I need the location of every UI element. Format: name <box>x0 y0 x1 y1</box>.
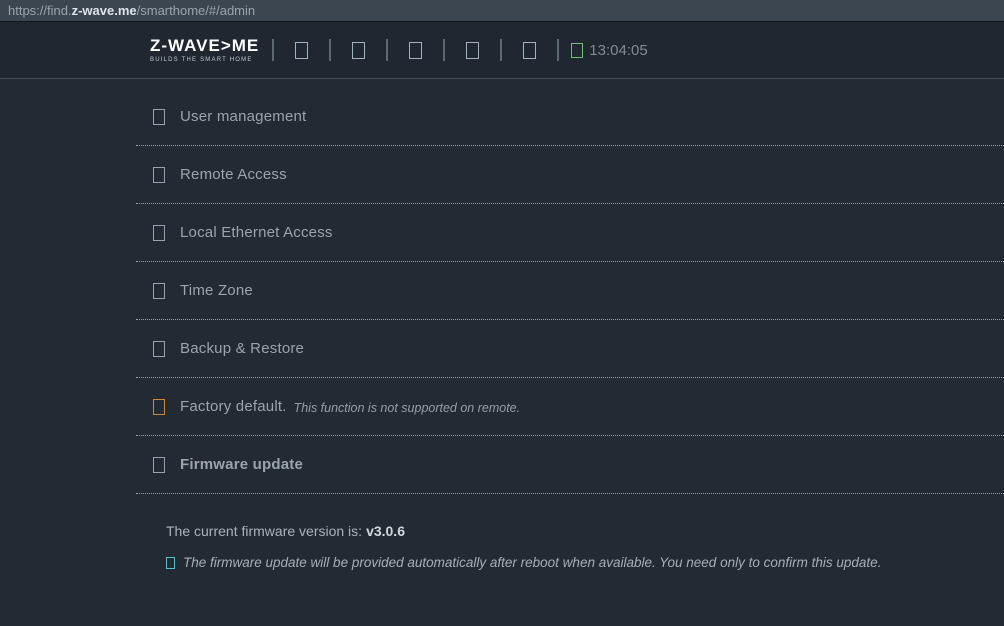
menu-item-firmware-update[interactable]: Firmware update <box>136 436 1004 494</box>
logo-title: Z-WAVE>ME <box>150 37 259 54</box>
menu-item-label: Backup & Restore <box>180 340 304 357</box>
info-icon <box>166 557 175 569</box>
menu-item-icon <box>153 167 165 183</box>
clock-time: 13:04:05 <box>589 42 647 59</box>
firmware-note-text: The firmware update will be provided aut… <box>183 555 881 570</box>
nav-icon-2[interactable] <box>352 42 365 59</box>
menu-item-icon <box>153 399 165 415</box>
menu-item-label: Firmware update <box>180 456 303 473</box>
clock-icon <box>571 43 583 58</box>
url-path: /smarthome/#/admin <box>137 3 256 18</box>
clock: 13:04:05 <box>571 42 647 59</box>
menu-item-icon <box>153 109 165 125</box>
nav-divider <box>557 39 559 61</box>
zwave-logo[interactable]: Z-WAVE>ME BUILDS THE SMART HOME <box>150 37 259 63</box>
menu-item-remote-access[interactable]: Remote Access <box>136 146 1004 204</box>
menu-item-label: User management <box>180 108 306 125</box>
header-nav <box>272 39 559 61</box>
app-header: Z-WAVE>ME BUILDS THE SMART HOME 13:04:05 <box>0 22 1004 79</box>
firmware-version-label: The current firmware version is: <box>166 523 362 539</box>
browser-url-bar[interactable]: https://find.z-wave.me/smarthome/#/admin <box>0 0 1004 22</box>
url-prefix: https://find. <box>8 3 72 18</box>
logo-tagline: BUILDS THE SMART HOME <box>150 57 259 63</box>
menu-item-icon <box>153 457 165 473</box>
firmware-version-line: The current firmware version is:v3.0.6 <box>166 523 1004 539</box>
nav-divider <box>272 39 274 61</box>
menu-item-icon <box>153 283 165 299</box>
nav-icon-1[interactable] <box>295 42 308 59</box>
firmware-note: The firmware update will be provided aut… <box>166 555 1004 570</box>
menu-item-factory-default[interactable]: Factory default. This function is not su… <box>136 378 1004 436</box>
nav-divider <box>329 39 331 61</box>
nav-icon-3[interactable] <box>409 42 422 59</box>
nav-divider <box>443 39 445 61</box>
admin-menu: User management Remote Access Local Ethe… <box>0 79 1004 494</box>
menu-item-local-ethernet-access[interactable]: Local Ethernet Access <box>136 204 1004 262</box>
url-domain: z-wave.me <box>72 3 137 18</box>
menu-item-icon <box>153 341 165 357</box>
menu-item-note: This function is not supported on remote… <box>294 399 521 415</box>
nav-icon-5[interactable] <box>523 42 536 59</box>
menu-item-icon <box>153 225 165 241</box>
nav-divider <box>386 39 388 61</box>
menu-item-label: Remote Access <box>180 166 287 183</box>
menu-item-backup-restore[interactable]: Backup & Restore <box>136 320 1004 378</box>
nav-icon-4[interactable] <box>466 42 479 59</box>
menu-item-label: Local Ethernet Access <box>180 224 333 241</box>
menu-item-label: Time Zone <box>180 282 253 299</box>
menu-item-label: Factory default. <box>180 398 287 415</box>
firmware-version-value: v3.0.6 <box>366 523 405 539</box>
menu-item-user-management[interactable]: User management <box>136 88 1004 146</box>
nav-divider <box>500 39 502 61</box>
menu-item-time-zone[interactable]: Time Zone <box>136 262 1004 320</box>
firmware-section: The current firmware version is:v3.0.6 T… <box>166 494 1004 570</box>
